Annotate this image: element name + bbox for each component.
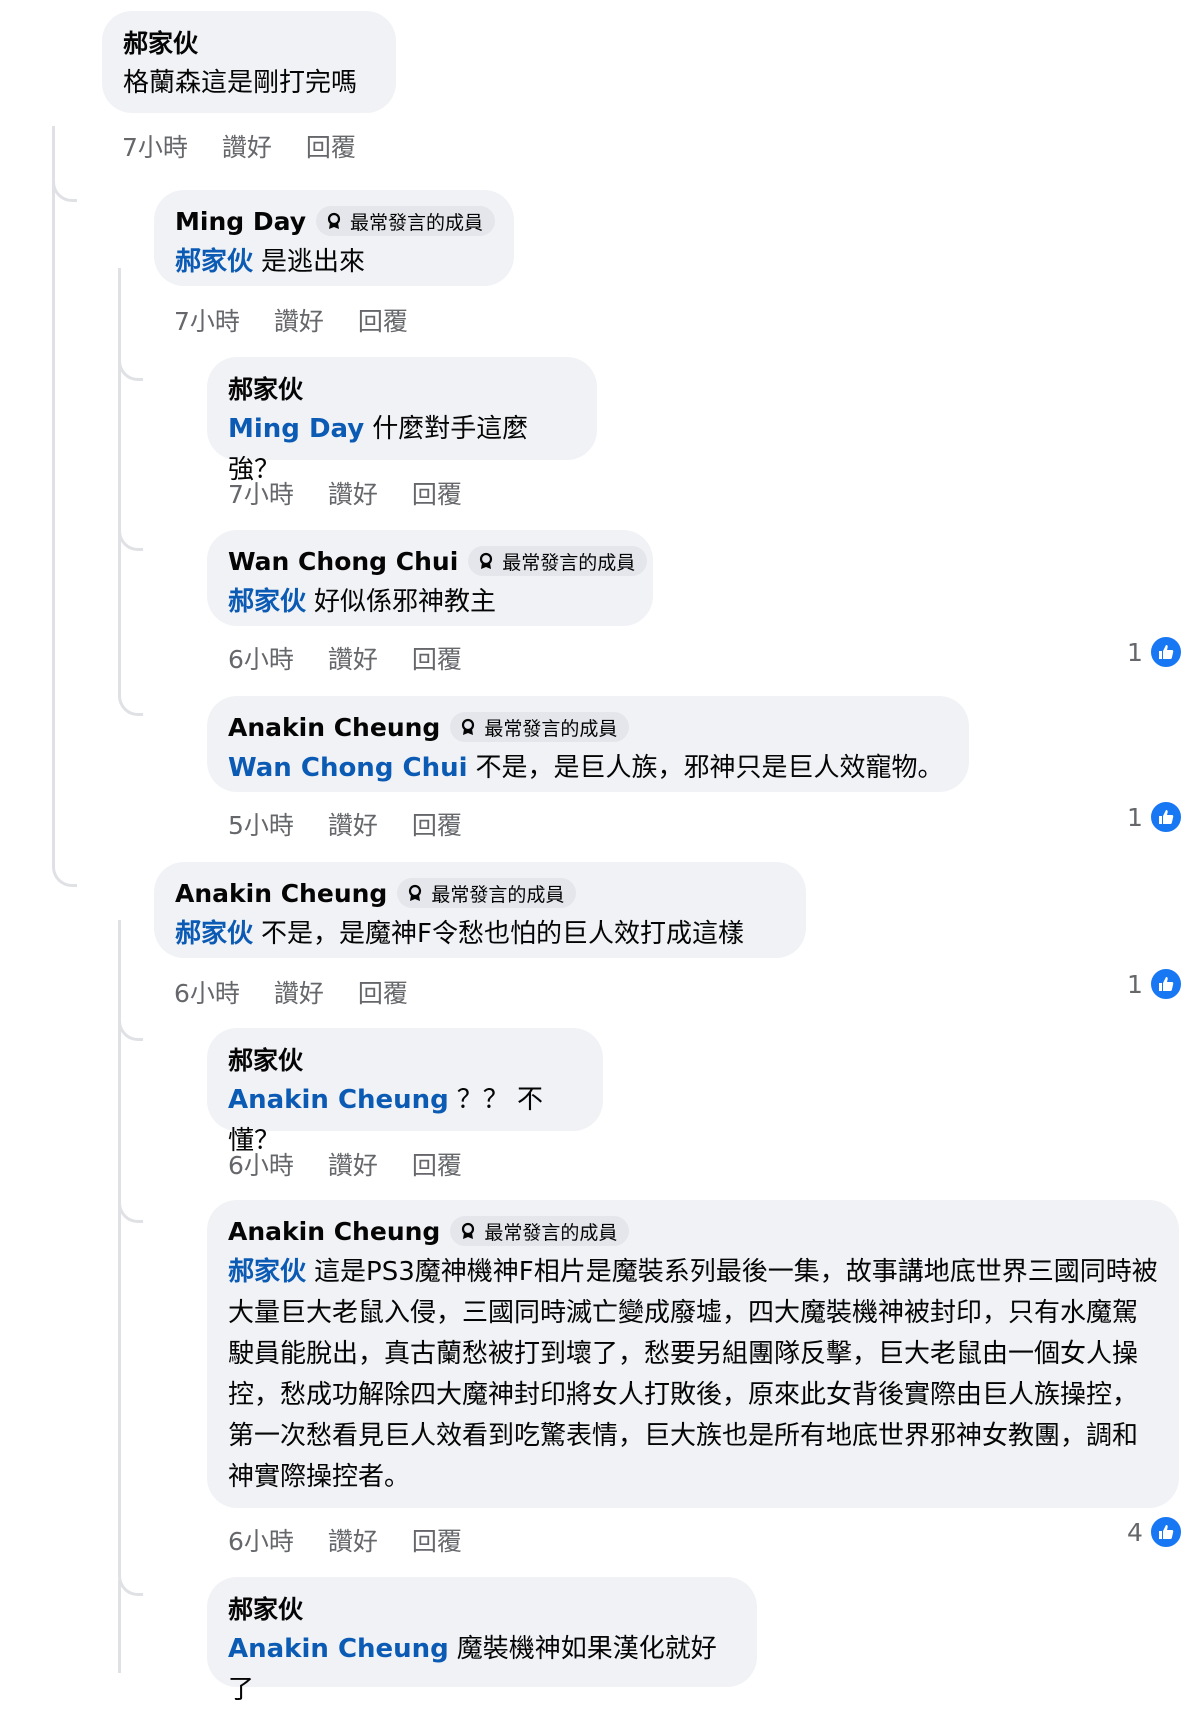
thread-line	[118, 920, 143, 1596]
comment-actions: 5小時 讚好 回覆	[228, 806, 462, 842]
comment-author[interactable]: Wan Chong Chui	[228, 547, 458, 576]
comment-actions: 6小時 讚好 回覆	[174, 974, 408, 1010]
timestamp[interactable]: 7小時	[174, 302, 240, 338]
comment-actions: 6小時 讚好 回覆	[228, 640, 462, 676]
comment-actions: 6小時 讚好 回覆	[228, 1522, 462, 1558]
timestamp[interactable]: 6小時	[228, 1522, 294, 1558]
thread-line	[118, 268, 143, 716]
comment-bubble: Ming Day 最常發言的成員 郝家伙 是逃出來	[154, 190, 514, 286]
mention-link[interactable]: Ming Day	[228, 414, 364, 444]
comment-text: 不是，是巨人族，邪神只是巨人效寵物。	[475, 753, 944, 783]
comment-text: 格蘭森這是剛打完嗎	[123, 68, 358, 98]
mention-link[interactable]: Anakin Cheung	[228, 1634, 449, 1664]
reply-button[interactable]: 回覆	[358, 302, 408, 338]
comment-bubble: Anakin Cheung 最常發言的成員 郝家伙 這是PS3魔神機神F相片是魔裝…	[207, 1200, 1179, 1508]
comment-author[interactable]: 郝家伙	[228, 1041, 303, 1077]
comment-bubble: Anakin Cheung 最常發言的成員 Wan Chong Chui 不是，是…	[207, 696, 969, 792]
mention-link[interactable]: Anakin Cheung	[228, 1085, 449, 1115]
thumbs-up-icon	[1148, 800, 1183, 834]
comment-author[interactable]: Ming Day	[175, 207, 306, 236]
reply-button[interactable]: 回覆	[412, 475, 462, 511]
reaction-count[interactable]: 4	[1127, 1515, 1183, 1549]
reply-button[interactable]: 回覆	[412, 1146, 462, 1182]
timestamp[interactable]: 6小時	[228, 1146, 294, 1182]
timestamp[interactable]: 7小時	[122, 128, 188, 164]
badge-label: 最常發言的成員	[502, 551, 636, 574]
mention-link[interactable]: 郝家伙	[175, 247, 253, 277]
comment-actions: 6小時 讚好 回覆	[228, 1146, 462, 1182]
mention-link[interactable]: 郝家伙	[175, 919, 253, 949]
comment-author[interactable]: 郝家伙	[123, 24, 198, 60]
award-icon	[327, 212, 341, 229]
thumbs-up-icon	[1148, 967, 1183, 1001]
reply-button[interactable]: 回覆	[358, 974, 408, 1010]
comment-actions: 7小時 讚好 回覆	[122, 128, 356, 164]
thumbs-up-icon	[1148, 635, 1183, 669]
comment-bubble: Wan Chong Chui 最常發言的成員 郝家伙 好似係邪神教主	[207, 530, 653, 626]
comment-bubble: 郝家伙 Ming Day 什麼對手這麼強？	[207, 357, 597, 485]
reply-button[interactable]: 回覆	[412, 1522, 462, 1558]
top-contributor-badge[interactable]: 最常發言的成員	[450, 1216, 630, 1246]
top-contributor-badge[interactable]: 最常發言的成員	[397, 878, 577, 908]
timestamp[interactable]: 7小時	[228, 475, 294, 511]
comment-text: 這是PS3魔神機神F相片是魔裝系列最後一集，故事講地底世界三國同時被大量巨大老鼠…	[228, 1257, 1158, 1492]
mention-link[interactable]: 郝家伙	[228, 587, 306, 617]
reaction-number: 1	[1127, 802, 1143, 832]
comment-text: 好似係邪神教主	[314, 587, 497, 617]
reaction-count[interactable]: 1	[1127, 800, 1183, 834]
reaction-count[interactable]: 1	[1127, 967, 1183, 1001]
reply-button[interactable]: 回覆	[412, 640, 462, 676]
award-icon	[409, 884, 422, 901]
like-button[interactable]: 讚好	[222, 128, 272, 164]
award-icon	[480, 552, 493, 569]
reply-button[interactable]: 回覆	[412, 806, 462, 842]
comment-author[interactable]: 郝家伙	[228, 1590, 303, 1626]
reaction-count[interactable]: 1	[1127, 635, 1183, 669]
reaction-number: 1	[1127, 969, 1143, 999]
comment-text: 是逃出來	[261, 247, 366, 277]
badge-label: 最常發言的成員	[350, 211, 484, 234]
comment-author[interactable]: Anakin Cheung	[228, 1217, 440, 1246]
thumbs-up-icon	[1148, 1515, 1183, 1549]
comment-author[interactable]: 郝家伙	[228, 370, 303, 406]
thread-line	[52, 126, 77, 887]
award-icon	[462, 1222, 475, 1239]
like-button[interactable]: 讚好	[328, 475, 378, 511]
like-button[interactable]: 讚好	[328, 1522, 378, 1558]
like-button[interactable]: 讚好	[328, 806, 378, 842]
timestamp[interactable]: 5小時	[228, 806, 294, 842]
comment-author[interactable]: Anakin Cheung	[228, 713, 440, 742]
comment-bubble: 郝家伙 Anakin Cheung？？ 不懂？	[207, 1028, 603, 1156]
like-button[interactable]: 讚好	[274, 302, 324, 338]
mention-link[interactable]: Wan Chong Chui	[228, 753, 468, 783]
comment-bubble: 郝家伙 Anakin Cheung 魔裝機神如果漢化就好了	[207, 1577, 757, 1705]
thread-line	[118, 1580, 121, 1673]
badge-label: 最常發言的成員	[431, 883, 565, 906]
top-contributor-badge[interactable]: 最常發言的成員	[316, 206, 496, 236]
reply-button[interactable]: 回覆	[306, 128, 356, 164]
award-icon	[462, 718, 475, 735]
reaction-number: 1	[1127, 637, 1143, 667]
timestamp[interactable]: 6小時	[228, 640, 294, 676]
comment-bubble: Anakin Cheung 最常發言的成員 郝家伙 不是，是魔神F令愁也怕的巨人效…	[154, 862, 806, 958]
timestamp[interactable]: 6小時	[174, 974, 240, 1010]
top-contributor-badge[interactable]: 最常發言的成員	[450, 712, 630, 742]
like-button[interactable]: 讚好	[274, 974, 324, 1010]
top-contributor-badge[interactable]: 最常發言的成員	[468, 546, 648, 576]
badge-label: 最常發言的成員	[484, 717, 618, 740]
mention-link[interactable]: 郝家伙	[228, 1257, 306, 1287]
comment-bubble: 郝家伙 格蘭森這是剛打完嗎	[102, 11, 396, 113]
comment-text: 不是，是魔神F令愁也怕的巨人效打成這樣	[261, 919, 744, 949]
comment-author[interactable]: Anakin Cheung	[175, 879, 387, 908]
comment-actions: 7小時 讚好 回覆	[174, 302, 408, 338]
reaction-number: 4	[1127, 1517, 1143, 1547]
badge-label: 最常發言的成員	[484, 1221, 618, 1244]
like-button[interactable]: 讚好	[328, 640, 378, 676]
like-button[interactable]: 讚好	[328, 1146, 378, 1182]
comment-actions: 7小時 讚好 回覆	[228, 475, 462, 511]
